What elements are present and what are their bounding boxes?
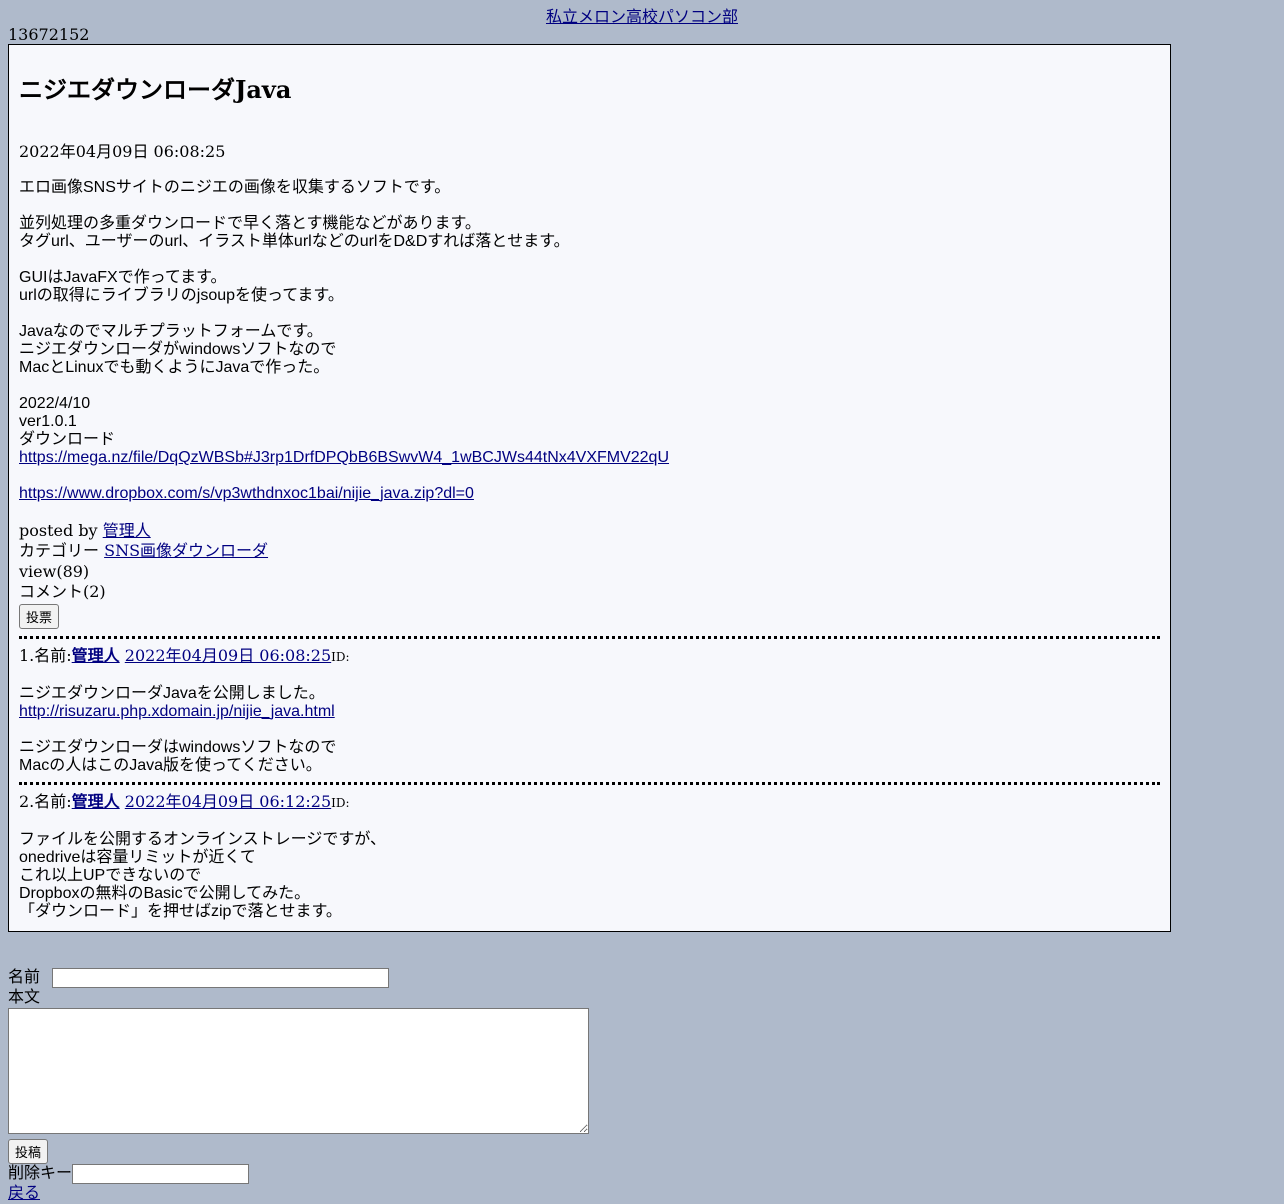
view-count: view(89) — [19, 562, 90, 581]
comment-link[interactable]: http://risuzaru.php.xdomain.jp/nijie_jav… — [19, 703, 335, 720]
body-line: ニジエダウンローダがwindowsソフトなので — [19, 341, 337, 358]
body-line: Javaなのでマルチプラットフォームです。 — [19, 323, 323, 340]
category-label: カテゴリー — [19, 543, 100, 560]
body-textarea[interactable] — [8, 1008, 589, 1135]
comment-line: 「ダウンロード」を押せばzipで落とせます。 — [19, 903, 342, 920]
comment-line: これ以上UPできないので — [19, 867, 202, 884]
category-link[interactable]: SNS画像ダウンローダ — [104, 541, 268, 560]
comment-divider — [19, 636, 1160, 639]
comment-date-link[interactable]: 2022年04月09日 06:08:25 — [125, 646, 331, 665]
comment-line: Dropboxの無料のBasicで公開してみた。 — [19, 885, 311, 902]
comment-line: onedriveは容量リミットが近くて — [19, 849, 256, 866]
category-row: カテゴリー SNS画像ダウンローダ — [19, 541, 1160, 562]
post-body: エロ画像SNSサイトのニジエの画像を収集するソフトです。 並列処理の多重ダウンロ… — [19, 179, 1160, 521]
delete-key-label: 削除キー — [8, 1165, 73, 1183]
comment-id-label: ID: — [331, 796, 350, 810]
comment-id-label: ID: — [331, 650, 350, 664]
comment-count: コメント(2) — [19, 582, 106, 601]
visit-counter: 13672152 — [8, 25, 90, 44]
download-label: ダウンロード — [19, 431, 116, 448]
body-line: urlの取得にライブラリのjsoupを使ってます。 — [19, 287, 344, 304]
comment-item: 2.名前:管理人 2022年04月09日 06:12:25ID: ファイルを公開… — [19, 792, 1160, 921]
post-date: 2022年04月09日 06:08:25 — [19, 142, 226, 161]
post-title: ニジエダウンローダJava — [19, 75, 292, 104]
site-title-link[interactable]: 私立メロン高校パソコン部 — [546, 7, 738, 26]
body-line: エロ画像SNSサイトのニジエの画像を収集するソフトです。 — [19, 179, 451, 196]
release-date: 2022/4/10 — [19, 395, 91, 412]
name-input[interactable] — [52, 968, 390, 988]
posted-by-label: posted by — [19, 521, 98, 540]
comment-divider — [19, 782, 1160, 785]
comment-line: ニジエダウンローダはwindowsソフトなので — [19, 739, 337, 756]
post-container: ニジエダウンローダJava 2022年04月09日 06:08:25 エロ画像S… — [8, 44, 1171, 932]
name-row: 名前 — [8, 968, 1284, 988]
comment-number: 1.名前: — [19, 646, 72, 665]
comment-author-link[interactable]: 管理人 — [72, 792, 120, 811]
delete-key-input[interactable] — [72, 1164, 250, 1185]
body-label: 本文 — [8, 989, 41, 1007]
comment-line: Macの人はこのJava版を使ってください。 — [19, 757, 322, 774]
comment-body: ニジエダウンローダJavaを公開しました。 http://risuzaru.ph… — [19, 685, 1160, 775]
comment-line: ニジエダウンローダJavaを公開しました。 — [19, 685, 325, 702]
comment-form: 名前 本文 投稿 削除キー 戻る — [8, 968, 1284, 1204]
submit-button[interactable]: 投稿 — [8, 1139, 49, 1165]
body-line: GUIはJavaFXで作ってます。 — [19, 269, 227, 286]
post-meta: posted by 管理人 カテゴリー SNS画像ダウンローダ view(89)… — [19, 521, 1160, 629]
author-link[interactable]: 管理人 — [103, 521, 151, 540]
comment-body: ファイルを公開するオンラインストレージですが、 onedriveは容量リミットが… — [19, 831, 1160, 921]
mega-download-link[interactable]: https://mega.nz/file/DqQzWBSb#J3rp1DrfDP… — [19, 449, 669, 466]
posted-by-row: posted by 管理人 — [19, 521, 1160, 541]
comment-header: 2.名前:管理人 2022年04月09日 06:12:25ID: — [19, 792, 1160, 813]
body-line: 並列処理の多重ダウンロードで早く落とす機能などがあります。 — [19, 215, 481, 232]
vote-button[interactable]: 投票 — [19, 604, 60, 629]
comment-header: 1.名前:管理人 2022年04月09日 06:08:25ID: — [19, 646, 1160, 667]
dropbox-download-link[interactable]: https://www.dropbox.com/s/vp3wthdnxoc1ba… — [19, 485, 474, 502]
comment-number: 2.名前: — [19, 792, 72, 811]
site-header: 私立メロン高校パソコン部 — [0, 0, 1284, 26]
version-label: ver1.0.1 — [19, 413, 77, 430]
name-label: 名前 — [8, 969, 41, 987]
body-line: MacとLinuxでも動くようにJavaで作った。 — [19, 359, 330, 376]
delete-key-row: 削除キー — [8, 1164, 1284, 1185]
comment-line: ファイルを公開するオンラインストレージですが、 — [19, 831, 387, 848]
comment-date-link[interactable]: 2022年04月09日 06:12:25 — [125, 792, 331, 811]
comment-item: 1.名前:管理人 2022年04月09日 06:08:25ID: ニジエダウンロ… — [19, 646, 1160, 775]
body-line: タグurl、ユーザーのurl、イラスト単体urlなどのurlをD&Dすれば落とせ… — [19, 233, 570, 250]
back-link[interactable]: 戻る — [8, 1185, 40, 1202]
comment-author-link[interactable]: 管理人 — [72, 646, 120, 665]
